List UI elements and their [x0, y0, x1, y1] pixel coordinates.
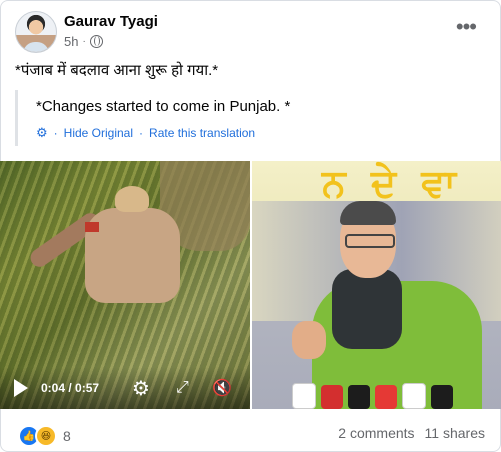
comments-link[interactable]: 2 comments [338, 425, 414, 441]
video-controls: 0:04 / 0:57 ⚙ ⤢ 🔇 [0, 367, 250, 409]
person-scarf [332, 269, 402, 349]
man-badge [85, 222, 99, 232]
mic [431, 385, 453, 409]
man-body [85, 208, 180, 303]
author-name[interactable]: Gaurav Tyagi [64, 13, 158, 30]
gear-icon[interactable]: ⚙ [36, 125, 48, 141]
avatar[interactable] [15, 11, 57, 53]
mute-icon[interactable]: 🔇 [212, 378, 232, 398]
post-meta: 5h · [64, 34, 103, 49]
video-time: 0:04 / 0:57 [41, 381, 100, 395]
fullscreen-icon[interactable]: ⤢ [176, 379, 189, 397]
post-stats: 2 comments 11 shares [338, 425, 485, 441]
mic [402, 383, 426, 409]
microphones [292, 377, 492, 409]
mic [348, 385, 370, 409]
person-hair [340, 201, 396, 225]
photo[interactable]: ਨ ਦੇ ਵਾ [252, 161, 501, 409]
separator: · [139, 126, 144, 140]
translated-text: *Changes started to come in Punjab. * [36, 98, 291, 115]
mic [321, 385, 343, 409]
shares-link[interactable]: 11 shares [425, 425, 485, 441]
globe-icon [89, 35, 103, 48]
post-text: *पंजाब में बदलाव आना शुरू हो गया.* [15, 62, 219, 79]
man-turban [115, 186, 149, 212]
post-time[interactable]: 5h [64, 34, 78, 49]
reactions[interactable]: 👍 😆 8 [18, 425, 71, 447]
more-options-icon[interactable]: ••• [456, 16, 477, 38]
meta-separator: · [82, 36, 86, 47]
avatar-shirt [23, 42, 49, 52]
mic [375, 385, 397, 409]
translation-block: *Changes started to come in Punjab. * ⚙ … [15, 90, 488, 146]
media-grid: 0:04 / 0:57 ⚙ ⤢ 🔇 ਨ ਦੇ ਵਾ [0, 161, 501, 409]
video-scene-man [27, 186, 185, 306]
translation-links: ⚙ · Hide Original · Rate this translatio… [36, 125, 255, 141]
person-hand [292, 321, 326, 359]
play-icon[interactable] [14, 379, 28, 397]
hide-original-link[interactable]: Hide Original [64, 126, 133, 140]
person-glasses [345, 234, 395, 248]
rate-translation-link[interactable]: Rate this translation [149, 126, 255, 140]
video-player[interactable]: 0:04 / 0:57 ⚙ ⤢ 🔇 [0, 161, 250, 409]
haha-icon: 😆 [35, 425, 57, 447]
mic [292, 383, 316, 409]
separator: · [53, 126, 58, 140]
reaction-count: 8 [63, 428, 71, 444]
post-footer: 👍 😆 8 2 comments 11 shares [0, 415, 501, 450]
settings-icon[interactable]: ⚙ [132, 376, 150, 401]
